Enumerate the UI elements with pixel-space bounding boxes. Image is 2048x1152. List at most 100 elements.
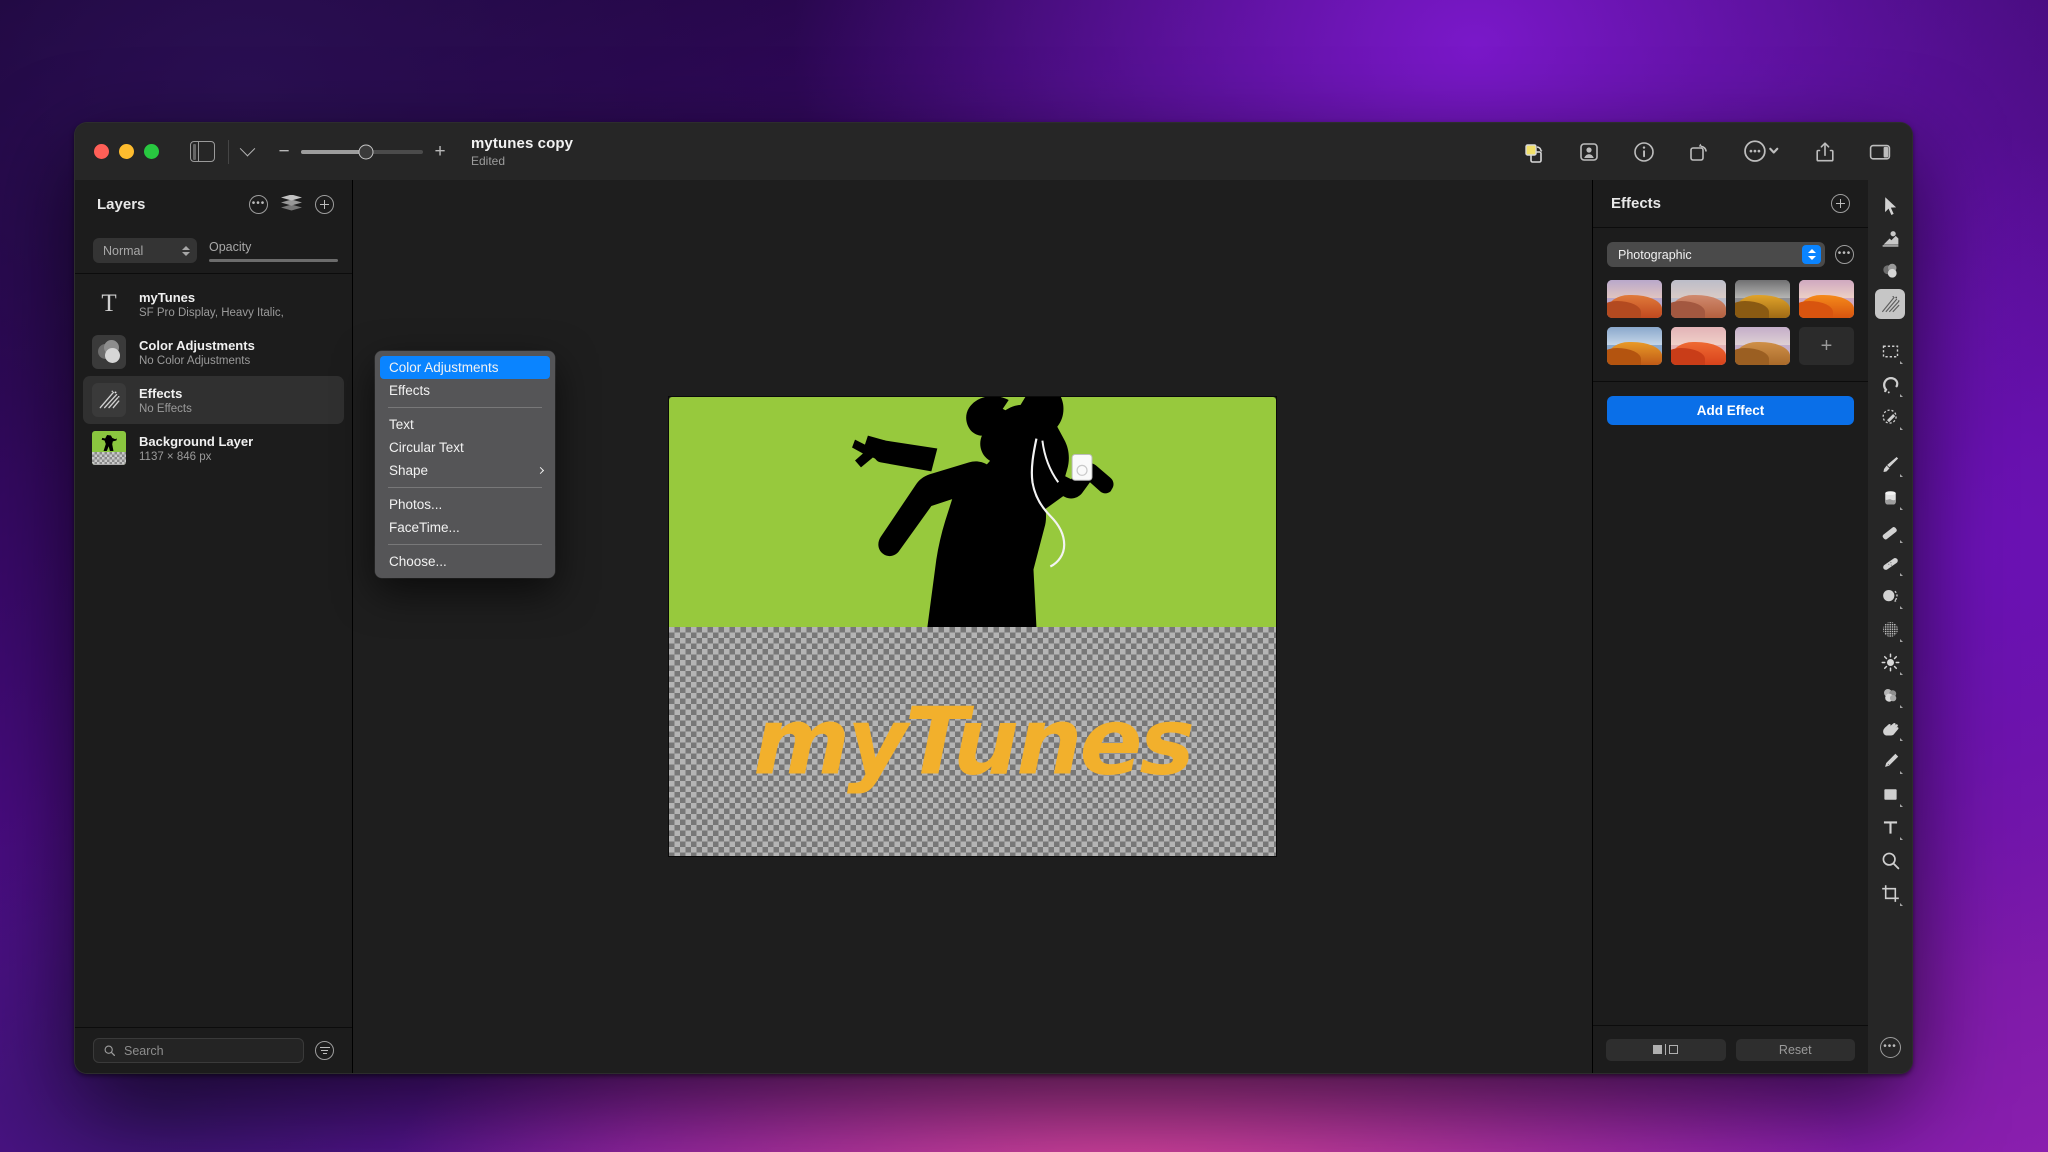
menu-item-circular-text[interactable]: Circular Text xyxy=(375,436,555,459)
zoom-button[interactable] xyxy=(144,144,159,159)
effect-thumb-7[interactable] xyxy=(1735,327,1790,365)
sidebar-toggle-icon[interactable] xyxy=(190,141,215,162)
add-custom-effect-tile[interactable]: + xyxy=(1799,327,1854,365)
magnetic-lasso-tool[interactable] xyxy=(1875,369,1905,399)
layer-detail: 1137 × 846 px xyxy=(139,450,212,463)
traffic-lights xyxy=(94,144,159,159)
menu-item-photos[interactable]: Photos... xyxy=(375,493,555,516)
zoom-slider-group[interactable]: − + xyxy=(275,142,449,161)
more-options-icon[interactable]: ••• xyxy=(249,194,268,214)
compare-divider-icon xyxy=(1665,1044,1667,1055)
list-item[interactable]: T myTunes SF Pro Display, Heavy Italic, xyxy=(83,280,344,328)
close-button[interactable] xyxy=(94,144,109,159)
menu-item-color-adjustments[interactable]: Color Adjustments xyxy=(380,356,550,379)
inspector-toggle-icon[interactable] xyxy=(1868,140,1892,164)
pen-tool[interactable] xyxy=(1875,746,1905,776)
menu-item-shape-label: Shape xyxy=(389,463,429,478)
filter-icon[interactable] xyxy=(315,1041,334,1060)
info-icon[interactable] xyxy=(1632,140,1656,164)
add-layer-context-menu[interactable]: Color Adjustments Effects Text Circular … xyxy=(375,351,555,578)
blend-mode-value: Normal xyxy=(103,243,144,258)
add-layer-icon[interactable] xyxy=(315,194,334,214)
effects-presets-section: Photographic ••• + xyxy=(1593,228,1868,382)
color-adjustments-tool[interactable] xyxy=(1875,256,1905,286)
shape-rectangle-tool[interactable] xyxy=(1875,779,1905,809)
paintbrush-tool[interactable] xyxy=(1875,449,1905,479)
rectangular-marquee-tool[interactable] xyxy=(1875,336,1905,366)
menu-item-choose[interactable]: Choose... xyxy=(375,550,555,573)
eraser-tool[interactable] xyxy=(1875,515,1905,545)
layers-panel-title: Layers xyxy=(97,195,146,213)
search-placeholder: Search xyxy=(124,1043,164,1058)
clone-stamp-tool[interactable] xyxy=(1875,581,1905,611)
rail-options-icon[interactable]: ••• xyxy=(1875,1032,1905,1062)
halftone-tool[interactable] xyxy=(1875,614,1905,644)
effect-thumb-5[interactable] xyxy=(1607,327,1662,365)
opacity-label: Opacity xyxy=(209,239,252,254)
zoom-slider-knob[interactable] xyxy=(358,144,374,159)
title-bar: − + mytunes copy Edited xyxy=(75,123,1912,180)
smudge-tool[interactable] xyxy=(1875,713,1905,743)
effect-thumb-3[interactable] xyxy=(1735,280,1790,318)
zoom-slider[interactable] xyxy=(301,144,423,159)
opacity-slider[interactable] xyxy=(209,258,338,262)
menu-item-effects[interactable]: Effects xyxy=(375,379,555,402)
menu-separator xyxy=(388,487,542,488)
stepper-icon[interactable] xyxy=(1802,245,1821,264)
menu-item-text[interactable]: Text xyxy=(375,413,555,436)
effect-thumb-4[interactable] xyxy=(1799,280,1854,318)
artwork-canvas[interactable]: myTunes xyxy=(669,397,1276,856)
tool-options-indicator xyxy=(1900,606,1903,609)
add-effect-group-icon[interactable] xyxy=(1831,194,1850,213)
compare-button[interactable] xyxy=(1606,1038,1726,1061)
crop-tool[interactable] xyxy=(1875,878,1905,908)
canvas-area[interactable]: myTunes xyxy=(353,180,1592,1073)
add-effect-button[interactable]: Add Effect xyxy=(1607,396,1854,425)
layers-panel-header: Layers ••• xyxy=(75,180,352,228)
tool-options-indicator xyxy=(1900,573,1903,576)
document-status: Edited xyxy=(471,154,506,168)
opacity-control[interactable]: Opacity xyxy=(209,240,338,262)
zoom-out-button[interactable]: − xyxy=(275,142,293,161)
compare-filled-icon xyxy=(1653,1045,1663,1054)
list-item[interactable]: Background Layer 1137 × 846 px xyxy=(83,424,344,472)
more-icon[interactable] xyxy=(1742,140,1782,164)
portrait-icon[interactable] xyxy=(1577,140,1601,164)
brightness-tool[interactable] xyxy=(1875,647,1905,677)
text-tool[interactable] xyxy=(1875,812,1905,842)
document-title-block[interactable]: mytunes copy Edited xyxy=(471,135,573,168)
shape-fill-tool[interactable] xyxy=(1875,223,1905,253)
layer-name: Background Layer xyxy=(139,433,254,449)
list-item[interactable]: Effects No Effects xyxy=(83,376,344,424)
effects-preset-select[interactable]: Photographic xyxy=(1607,242,1825,267)
page-title: mytunes copy xyxy=(471,135,574,152)
list-item[interactable]: Color Adjustments No Color Adjustments xyxy=(83,328,344,376)
reset-button[interactable]: Reset xyxy=(1735,1038,1855,1061)
effect-thumb-2[interactable] xyxy=(1671,280,1726,318)
blend-mode-select[interactable]: Normal xyxy=(93,238,197,263)
menu-item-shape[interactable]: Shape xyxy=(375,459,555,482)
repair-tool[interactable] xyxy=(1875,548,1905,578)
preset-options-icon[interactable]: ••• xyxy=(1835,245,1854,264)
menu-item-facetime[interactable]: FaceTime... xyxy=(375,516,555,539)
text-layer-thumb-icon: T xyxy=(101,290,117,317)
select-arrow-tool[interactable] xyxy=(1875,190,1905,220)
minimize-button[interactable] xyxy=(119,144,134,159)
paint-bucket-tool[interactable] xyxy=(1875,482,1905,512)
zoom-tool[interactable] xyxy=(1875,845,1905,875)
effects-tool[interactable] xyxy=(1875,289,1905,319)
preset-value: Photographic xyxy=(1618,247,1692,262)
effects-thumb-icon xyxy=(92,383,126,417)
blur-tool[interactable] xyxy=(1875,680,1905,710)
search-input[interactable]: Search xyxy=(93,1038,304,1063)
effect-thumb-1[interactable] xyxy=(1607,280,1662,318)
compare-outline-icon xyxy=(1669,1045,1679,1054)
chevron-down-icon[interactable] xyxy=(239,140,256,157)
rotate-icon[interactable] xyxy=(1687,140,1711,164)
layer-stack-icon[interactable] xyxy=(281,194,302,214)
zoom-in-button[interactable]: + xyxy=(431,142,449,161)
share-icon[interactable] xyxy=(1813,140,1837,164)
color-swap-icon[interactable] xyxy=(1522,140,1546,164)
smart-selection-tool[interactable] xyxy=(1875,402,1905,432)
effect-thumb-6[interactable] xyxy=(1671,327,1726,365)
